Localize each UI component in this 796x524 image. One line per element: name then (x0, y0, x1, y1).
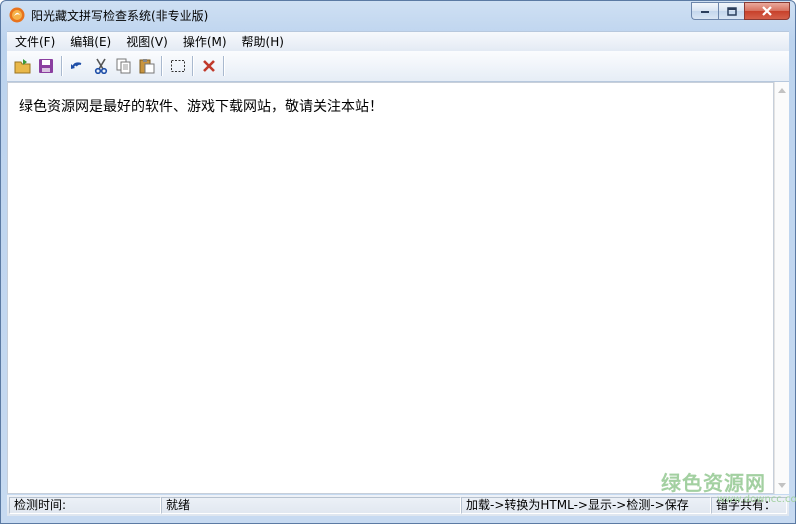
minimize-icon (701, 11, 709, 13)
toolbar-separator (223, 56, 224, 76)
menu-edit[interactable]: 编辑(E) (62, 33, 118, 50)
vertical-scrollbar[interactable] (774, 82, 789, 494)
delete-button[interactable] (199, 56, 219, 76)
copy-icon (116, 58, 131, 74)
status-state: 就绪 (161, 497, 461, 514)
maximize-icon (726, 6, 737, 16)
text-editor[interactable]: 绿色资源网是最好的软件、游戏下载网站，敬请关注本站！ (7, 82, 774, 494)
window-title: 阳光藏文拼写检查系统(非专业版) (31, 9, 209, 23)
menu-view[interactable]: 视图(V) (118, 33, 175, 50)
menu-bar: 文件(F) 编辑(E) 视图(V) 操作(M) 帮助(H) (7, 31, 789, 51)
cut-button[interactable] (91, 56, 111, 76)
minimize-button[interactable] (691, 2, 718, 20)
undo-button[interactable] (67, 56, 87, 76)
scroll-up-icon[interactable] (778, 88, 786, 93)
watermark-logo: 绿色资源网 (661, 471, 766, 495)
watermark-url: www.downcc.com (717, 494, 796, 505)
open-icon (14, 59, 31, 74)
close-icon (762, 6, 772, 16)
cut-icon (94, 58, 108, 74)
editor-content: 绿色资源网是最好的软件、游戏下载网站，敬请关注本站！ (19, 99, 383, 115)
copy-button[interactable] (114, 56, 134, 76)
toolbar-separator (192, 56, 193, 76)
save-button[interactable] (36, 56, 56, 76)
close-button[interactable] (744, 2, 790, 20)
select-all-icon (171, 60, 185, 72)
paste-icon (139, 59, 155, 74)
delete-icon (203, 60, 215, 72)
app-window: 阳光藏文拼写检查系统(非专业版) 文件(F) 编辑(E) 视图(V) 操作(M)… (0, 0, 796, 524)
menu-help[interactable]: 帮助(H) (234, 33, 291, 50)
title-bar[interactable]: 阳光藏文拼写检查系统(非专业版) (1, 1, 795, 29)
save-icon (39, 59, 53, 73)
maximize-button[interactable] (718, 2, 744, 20)
status-check-time: 检测时间: (9, 497, 161, 514)
toolbar-separator (61, 56, 62, 76)
select-all-button[interactable] (168, 56, 188, 76)
menu-file[interactable]: 文件(F) (7, 33, 62, 50)
paste-button[interactable] (137, 56, 157, 76)
scroll-down-icon[interactable] (778, 483, 786, 488)
undo-icon (71, 62, 82, 69)
toolbar (7, 51, 789, 82)
status-pipeline: 加载->转换为HTML->显示->检测->保存 (461, 497, 711, 514)
open-button[interactable] (13, 56, 33, 76)
menu-operate[interactable]: 操作(M) (175, 33, 234, 50)
window-controls (691, 2, 790, 21)
status-bar: 检测时间: 就绪 加载->转换为HTML->显示->检测->保存 错字共有： (7, 495, 789, 516)
app-logo-icon (9, 7, 25, 23)
toolbar-separator (161, 56, 162, 76)
